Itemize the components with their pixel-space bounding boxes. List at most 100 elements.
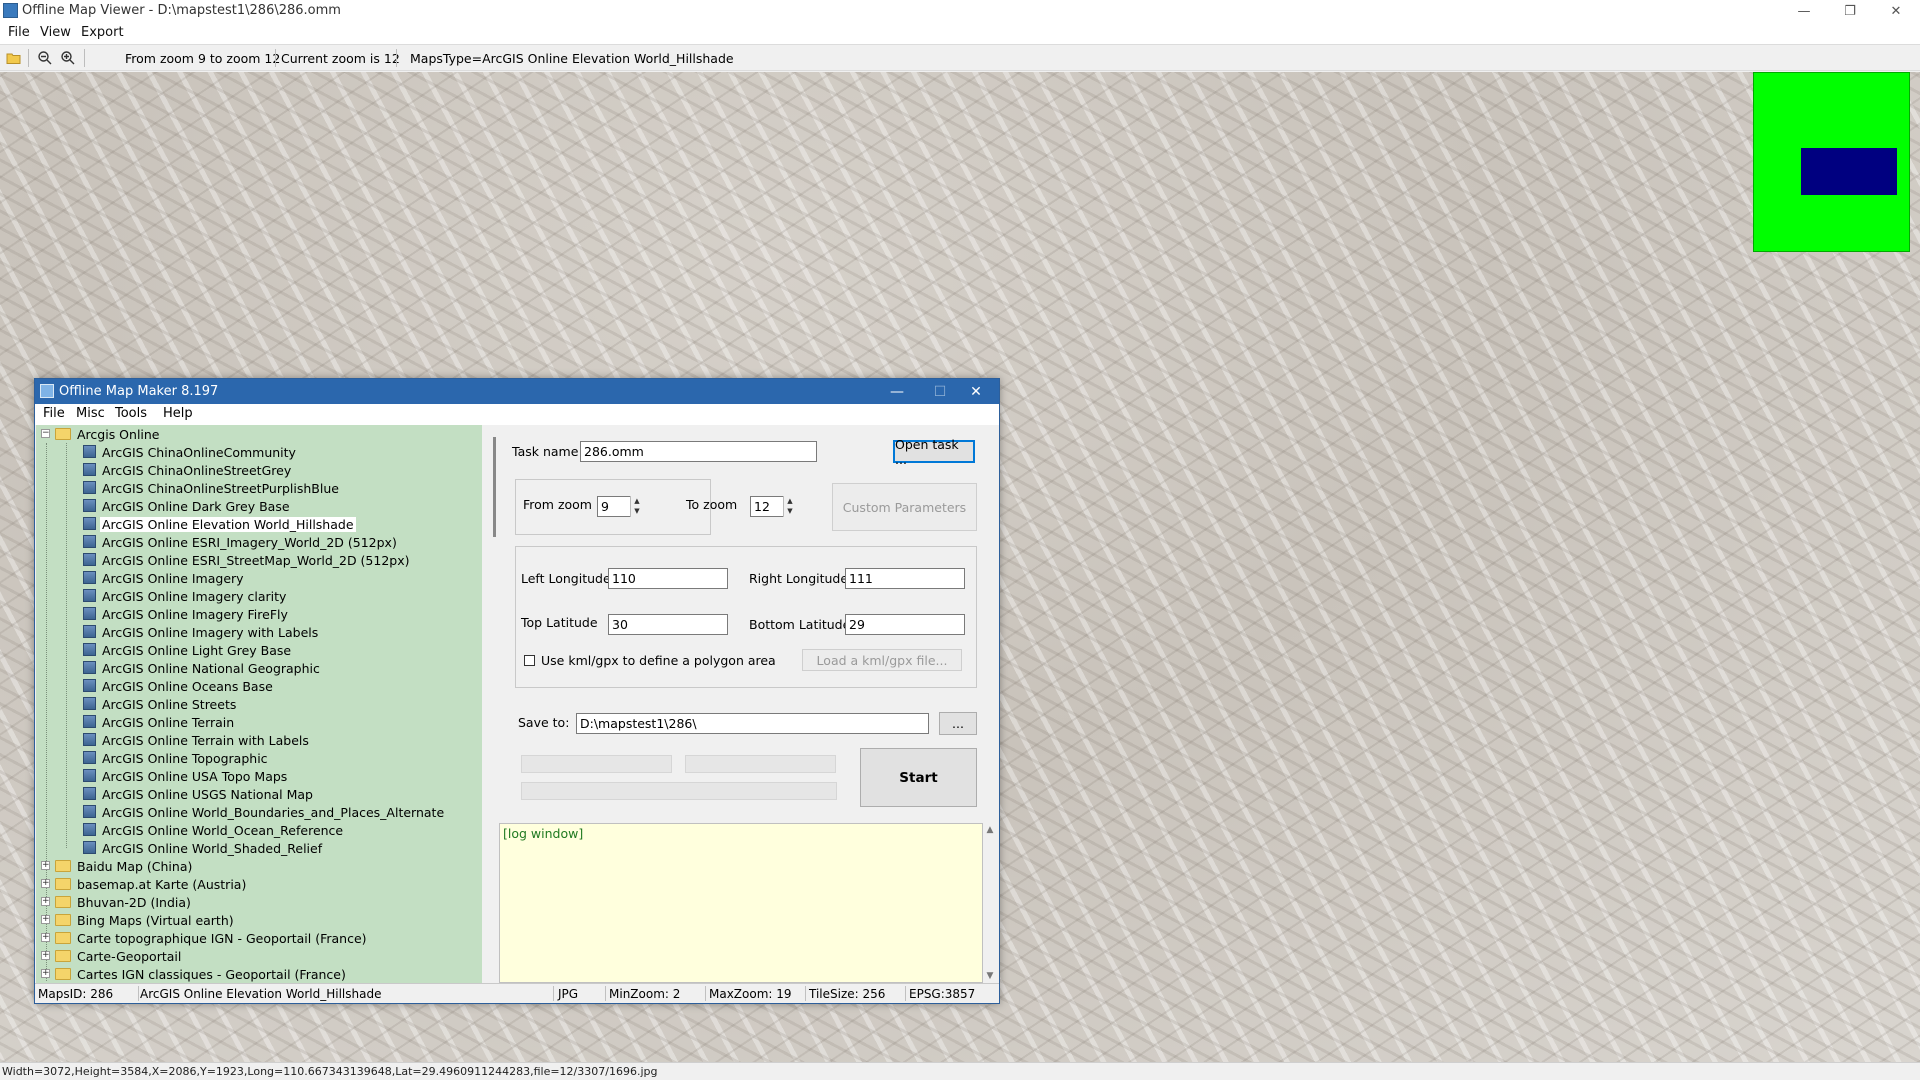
- tree-item[interactable]: ArcGIS Online Imagery clarity: [36, 587, 482, 605]
- start-button[interactable]: Start: [860, 748, 977, 807]
- tree-item[interactable]: ArcGIS Online Light Grey Base: [36, 641, 482, 659]
- expand-icon[interactable]: +: [41, 879, 50, 888]
- tree-item-label: ArcGIS Online Imagery clarity: [102, 589, 287, 604]
- tree-item[interactable]: ArcGIS Online Dark Grey Base: [36, 497, 482, 515]
- close-button[interactable]: ✕: [1873, 0, 1919, 22]
- toolbar-separator: [396, 49, 397, 67]
- tree-item[interactable]: ArcGIS Online World_Ocean_Reference: [36, 821, 482, 839]
- status-maps-id: MapsID: 286: [38, 987, 114, 1001]
- tree-item[interactable]: ArcGIS Online ESRI_StreetMap_World_2D (5…: [36, 551, 482, 569]
- tree-item-label: ArcGIS Online World_Boundaries_and_Place…: [102, 805, 445, 820]
- main-title-bar: Offline Map Viewer - D:\mapstest1\286\28…: [0, 0, 1920, 22]
- tree-item-label: ArcGIS Online ESRI_Imagery_World_2D (512…: [102, 535, 397, 550]
- tree-item[interactable]: ArcGIS Online Imagery with Labels: [36, 623, 482, 641]
- tree-item[interactable]: ArcGIS ChinaOnlineCommunity: [36, 443, 482, 461]
- to-zoom-label: To zoom: [686, 497, 738, 512]
- tree-item[interactable]: ArcGIS Online Elevation World_Hillshade: [36, 515, 482, 533]
- open-folder-icon[interactable]: [6, 50, 22, 66]
- overview-viewport[interactable]: [1801, 148, 1897, 195]
- tree-item-label: ArcGIS Online Streets: [102, 697, 237, 712]
- tree-folder[interactable]: + Baidu Map (China): [36, 857, 482, 875]
- expand-icon[interactable]: +: [41, 933, 50, 942]
- tree-item[interactable]: ArcGIS Online National Geographic: [36, 659, 482, 677]
- tree-item-label: ArcGIS Online USGS National Map: [102, 787, 313, 802]
- tree-item[interactable]: ArcGIS ChinaOnlineStreetGrey: [36, 461, 482, 479]
- tree-item[interactable]: ArcGIS Online Terrain with Labels: [36, 731, 482, 749]
- status-format: JPG: [558, 987, 579, 1001]
- map-source-icon: [83, 625, 96, 638]
- tree-item[interactable]: ArcGIS ChinaOnlineStreetPurplishBlue: [36, 479, 482, 497]
- custom-parameters-button[interactable]: Custom Parameters: [832, 483, 977, 531]
- tree-item[interactable]: ArcGIS Online Oceans Base: [36, 677, 482, 695]
- right-longitude-input[interactable]: 111: [845, 568, 965, 589]
- browse-folder-button[interactable]: ...: [939, 712, 977, 735]
- dialog-close-button[interactable]: ✕: [953, 379, 999, 404]
- to-zoom-spinner[interactable]: ▲ ▼: [783, 496, 796, 517]
- main-toolbar: From zoom 9 to zoom 12 Current zoom is 1…: [0, 44, 1920, 71]
- menu-view[interactable]: View: [40, 25, 71, 40]
- use-kml-checkbox[interactable]: [524, 655, 535, 666]
- zoom-out-icon[interactable]: [37, 50, 53, 66]
- scroll-up-icon[interactable]: ▲: [983, 825, 997, 835]
- dialog-menu-help[interactable]: Help: [163, 406, 193, 421]
- toolbar-separator: [28, 49, 29, 67]
- dialog-menu-file[interactable]: File: [43, 406, 65, 421]
- tree-folder[interactable]: + Carte topographique IGN - Geoportail (F…: [36, 929, 482, 947]
- log-window[interactable]: [log window]: [499, 823, 983, 983]
- tree-item-label: ArcGIS Online World_Shaded_Relief: [102, 841, 323, 856]
- task-name-input[interactable]: 286.omm: [580, 441, 817, 462]
- dialog-menu-misc[interactable]: Misc: [76, 406, 105, 421]
- dialog-app-icon: [40, 384, 54, 398]
- tree-item[interactable]: ArcGIS Online USGS National Map: [36, 785, 482, 803]
- menu-export[interactable]: Export: [81, 25, 124, 40]
- tree-folder-label: Carte-Geoportail: [77, 949, 182, 964]
- dialog-menu-tools[interactable]: Tools: [115, 406, 147, 421]
- expand-icon[interactable]: +: [41, 861, 50, 870]
- map-source-tree[interactable]: − Arcgis Online ArcGIS ChinaOnlineCommun…: [36, 425, 482, 983]
- tree-item[interactable]: ArcGIS Online Topographic: [36, 749, 482, 767]
- map-source-icon: [83, 589, 96, 602]
- scroll-down-icon[interactable]: ▼: [983, 971, 997, 981]
- status-separator: [605, 986, 606, 1001]
- tree-folder[interactable]: + Bhuvan-2D (India): [36, 893, 482, 911]
- from-zoom-input[interactable]: 9: [597, 496, 631, 517]
- overview-map[interactable]: [1753, 72, 1910, 252]
- to-zoom-input[interactable]: 12: [750, 496, 784, 517]
- tree-scroll-thumb[interactable]: [493, 437, 496, 537]
- tree-item[interactable]: ArcGIS Online Imagery FireFly: [36, 605, 482, 623]
- load-kml-button[interactable]: Load a kml/gpx file...: [802, 649, 962, 671]
- tree-item[interactable]: ArcGIS Online ESRI_Imagery_World_2D (512…: [36, 533, 482, 551]
- save-to-input[interactable]: D:\mapstest1\286\: [576, 713, 929, 734]
- expand-icon[interactable]: +: [41, 969, 50, 978]
- collapse-icon[interactable]: −: [41, 429, 50, 438]
- maximize-button[interactable]: ❐: [1827, 0, 1873, 22]
- tree-item[interactable]: ArcGIS Online World_Boundaries_and_Place…: [36, 803, 482, 821]
- bottom-latitude-input[interactable]: 29: [845, 614, 965, 635]
- minimize-button[interactable]: —: [1781, 0, 1827, 22]
- tree-node-root[interactable]: − Arcgis Online: [36, 425, 482, 443]
- tree-item[interactable]: ArcGIS Online Imagery: [36, 569, 482, 587]
- log-scrollbar[interactable]: ▲ ▼: [983, 823, 997, 983]
- dialog-minimize-button[interactable]: —: [874, 379, 920, 404]
- expand-icon[interactable]: +: [41, 915, 50, 924]
- zoom-in-icon[interactable]: [60, 50, 76, 66]
- tree-item[interactable]: ArcGIS Online Terrain: [36, 713, 482, 731]
- tree-folder[interactable]: + Bing Maps (Virtual earth): [36, 911, 482, 929]
- status-tile-size: TileSize: 256: [809, 987, 886, 1001]
- open-task-button[interactable]: Open task ...: [893, 437, 975, 467]
- from-zoom-spinner[interactable]: ▲ ▼: [630, 496, 643, 517]
- tree-item[interactable]: ArcGIS Online Streets: [36, 695, 482, 713]
- progress-bar-total: [521, 782, 837, 800]
- tree-item[interactable]: ArcGIS Online USA Topo Maps: [36, 767, 482, 785]
- top-latitude-input[interactable]: 30: [608, 614, 728, 635]
- main-status-bar: Width=3072,Height=3584,X=2086,Y=1923,Lon…: [0, 1062, 1920, 1080]
- expand-icon[interactable]: +: [41, 951, 50, 960]
- tree-folder[interactable]: + basemap.at Karte (Austria): [36, 875, 482, 893]
- tree-folder[interactable]: + Carte-Geoportail: [36, 947, 482, 965]
- dialog-title-bar: Offline Map Maker 8.197 — ☐ ✕: [35, 379, 999, 404]
- tree-item[interactable]: ArcGIS Online World_Shaded_Relief: [36, 839, 482, 857]
- menu-file[interactable]: File: [8, 25, 30, 40]
- left-longitude-input[interactable]: 110: [608, 568, 728, 589]
- tree-folder[interactable]: + Cartes IGN classiques - Geoportail (Fra…: [36, 965, 482, 983]
- expand-icon[interactable]: +: [41, 897, 50, 906]
